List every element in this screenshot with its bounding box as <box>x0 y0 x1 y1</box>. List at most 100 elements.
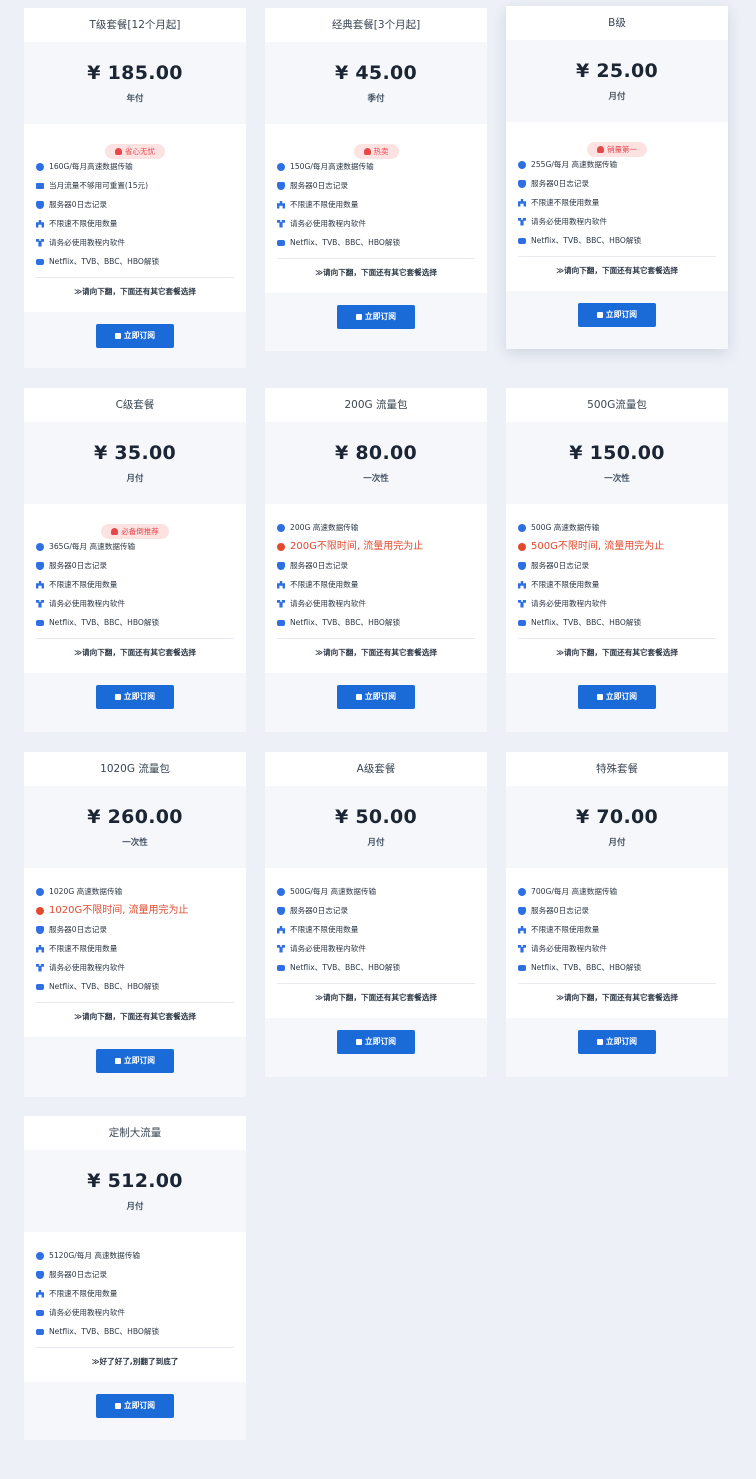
shield-icon <box>36 1270 44 1279</box>
feature-item: 请务必使用教程内软件 <box>36 958 234 977</box>
flow-icon <box>36 238 44 247</box>
subscribe-label: 立即订阅 <box>364 312 397 321</box>
feature-item: 255G/每月 高速数据传输 <box>518 155 716 174</box>
youtube-icon <box>36 983 44 990</box>
thumbs-up-icon <box>355 1038 362 1045</box>
flow-icon <box>518 217 526 226</box>
price-area: ¥ 80.00 一次性 <box>265 422 487 504</box>
scroll-hint: ≫好了好了,别翻了到底了 <box>91 1357 179 1366</box>
shield-icon <box>277 906 285 915</box>
feature-item: 服务器0日志记录 <box>36 195 234 214</box>
subscribe-area: 立即订阅 <box>506 291 728 349</box>
feature-list: 700G/每月 高速数据传输 服务器0日志记录 不限速不限使用数量 请务必使用教程内软… <box>506 868 728 1012</box>
badge-row: 必备倒推荐 <box>36 519 234 539</box>
feature-text: 200G不限时间, 流量用完为止 <box>290 541 424 552</box>
youtube-icon <box>36 1328 44 1335</box>
feature-item: 500G/每月 高速数据传输 <box>277 882 475 901</box>
feature-text: 服务器0日志记录 <box>290 561 348 570</box>
thumbs-up-icon <box>596 1038 603 1045</box>
feature-text: Netflix、TVB、BBC、HBO解锁 <box>290 963 401 972</box>
plan-card: T级套餐[12个月起] ¥ 185.00 年付省心无忧 160G/每月高速数据传输当月… <box>24 8 246 368</box>
feature-item: 365G/每月 高速数据传输 <box>36 537 234 556</box>
badge-row: 销量第一 <box>518 137 716 157</box>
plan-price: ¥ 185.00 <box>87 62 183 84</box>
subscribe-button[interactable]: 立即订阅 <box>96 1394 174 1418</box>
feature-text: 不限速不限使用数量 <box>531 580 600 589</box>
shield-icon <box>36 925 44 934</box>
subscribe-label: 立即订阅 <box>605 692 638 701</box>
scroll-hint: ≫请向下翻，下面还有其它套餐选择 <box>315 648 437 657</box>
price-area: ¥ 50.00 月付 <box>265 786 487 868</box>
thumbs-up-icon <box>114 1057 121 1064</box>
network-icon <box>277 925 285 934</box>
shield-icon <box>36 561 44 570</box>
subscribe-button[interactable]: 立即订阅 <box>578 303 656 327</box>
plan-price: ¥ 70.00 <box>575 806 659 828</box>
price-area: ¥ 185.00 年付 <box>24 42 246 124</box>
feature-item: 不限速不限使用数量 <box>518 193 716 212</box>
feature-list: 必备倒推荐 365G/每月 高速数据传输 服务器0日志记录 不限速不限使用数量 请务必使… <box>24 504 246 667</box>
shield-icon <box>277 561 285 570</box>
feature-list: 200G 高速数据传输 200G不限时间, 流量用完为止 服务器0日志记录 不限速不限… <box>265 504 487 667</box>
subscribe-button[interactable]: 立即订阅 <box>337 305 415 329</box>
plan-card: 定制大流量 ¥ 512.00 月付 5120G/每月 高速数据传输 服务器0日志记录 不限… <box>24 1116 246 1440</box>
badge-icon <box>111 528 119 535</box>
flow-icon <box>277 599 285 608</box>
billing-period: 月付 <box>367 838 385 848</box>
subscribe-button[interactable]: 立即订阅 <box>96 324 174 348</box>
subscribe-button[interactable]: 立即订阅 <box>337 1030 415 1054</box>
feature-text: 服务器0日志记录 <box>531 561 589 570</box>
badge-label: 省心无忧 <box>125 147 155 156</box>
subscribe-button[interactable]: 立即订阅 <box>578 685 656 709</box>
feature-item: 请务必使用教程内软件 <box>36 594 234 613</box>
flow-icon <box>36 963 44 972</box>
youtube-icon <box>518 237 526 244</box>
network-icon <box>518 580 526 589</box>
scroll-hint: ≫请向下翻，下面还有其它套餐选择 <box>556 266 678 275</box>
subscribe-button[interactable]: 立即订阅 <box>578 1030 656 1054</box>
plan-price: ¥ 150.00 <box>569 442 665 464</box>
badge-label: 热卖 <box>373 147 389 156</box>
feature-item: Netflix、TVB、BBC、HBO解锁 <box>36 613 234 632</box>
feature-text: 当月流量不够用可重置(15元) <box>49 181 149 190</box>
globe-icon <box>36 162 44 171</box>
globe-icon <box>277 887 285 896</box>
plan-title: 定制大流量 <box>24 1116 246 1150</box>
billing-period: 月付 <box>126 1202 144 1212</box>
plan-card: B级 ¥ 25.00 月付 销量第一 255G/每月 高速数据传输 服务器0日志记录 不限速… <box>506 6 728 349</box>
thumbs-up-icon <box>596 693 603 700</box>
feature-item: 服务器0日志记录 <box>277 556 475 575</box>
youtube-icon <box>36 1309 44 1316</box>
youtube-icon <box>277 239 285 246</box>
thumbs-up-icon <box>114 693 121 700</box>
feature-item: Netflix、TVB、BBC、HBO解锁 <box>36 1322 234 1341</box>
feature-item: 不限速不限使用数量 <box>36 575 234 594</box>
subscribe-label: 立即订阅 <box>123 1401 156 1410</box>
subscribe-button[interactable]: 立即订阅 <box>96 1049 174 1073</box>
globe-icon <box>36 1251 44 1260</box>
subscribe-button[interactable]: 立即订阅 <box>96 685 174 709</box>
plan-title: T级套餐[12个月起] <box>24 8 246 42</box>
feature-item: 不限速不限使用数量 <box>36 939 234 958</box>
plan-price: ¥ 25.00 <box>575 60 659 82</box>
plan-card: C级套餐 ¥ 35.00 月付 必备倒推荐 365G/每月 高速数据传输 服务器0日志记录… <box>24 388 246 732</box>
feature-text: 服务器0日志记录 <box>49 1270 107 1279</box>
youtube-icon <box>518 619 526 626</box>
plan-title: A级套餐 <box>265 752 487 786</box>
price-area: ¥ 25.00 月付 <box>506 40 728 122</box>
feature-item: 5120G/每月 高速数据传输 <box>36 1246 234 1265</box>
feature-list: 500G/每月 高速数据传输 服务器0日志记录 不限速不限使用数量 请务必使用教程内软… <box>265 868 487 1012</box>
feature-item: 不限速不限使用数量 <box>277 920 475 939</box>
plan-card: A级套餐 ¥ 50.00 月付 500G/每月 高速数据传输 服务器0日志记录 不限速不限… <box>265 752 487 1077</box>
feature-text: 不限速不限使用数量 <box>290 925 359 934</box>
globe-icon <box>36 542 44 551</box>
feature-item: 500G 高速数据传输 <box>518 518 716 537</box>
feature-item: 160G/每月高速数据传输 <box>36 157 234 176</box>
globe-icon <box>36 887 44 896</box>
badge-row: 热卖 <box>277 139 475 159</box>
billing-period: 一次性 <box>122 838 148 848</box>
flow-icon <box>277 219 285 228</box>
network-icon <box>36 219 44 228</box>
thumbs-up-icon <box>114 332 121 339</box>
subscribe-button[interactable]: 立即订阅 <box>337 685 415 709</box>
